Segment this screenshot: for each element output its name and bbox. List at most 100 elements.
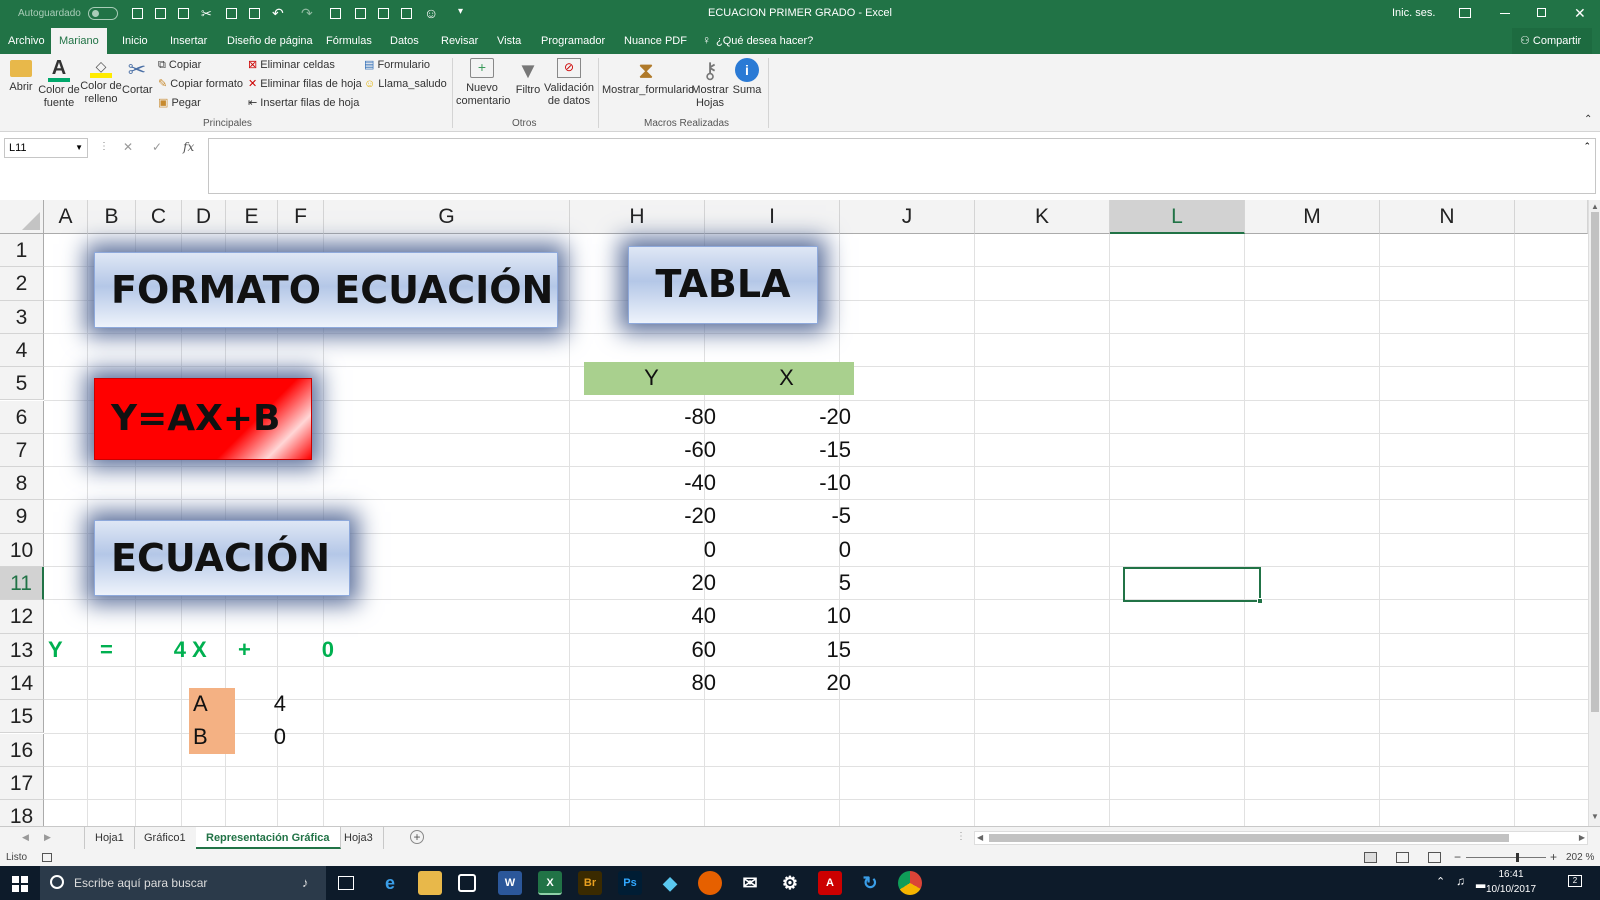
nuevo-comentario-button[interactable]: + Nuevo comentario — [456, 58, 510, 108]
row-header-1[interactable]: 1 — [0, 234, 44, 268]
scroll-up-icon[interactable]: ▲ — [1591, 202, 1599, 211]
row-header-18[interactable]: 18 — [0, 800, 44, 826]
column-header-j[interactable]: J — [840, 200, 975, 234]
column-header-b[interactable]: B — [88, 200, 136, 234]
row-header-5[interactable]: 5 — [0, 367, 44, 401]
tell-me-box[interactable]: ¿Qué desea hacer? — [716, 35, 813, 47]
expand-formula-icon[interactable]: ⌃ — [1583, 141, 1591, 152]
restore-icon[interactable] — [1537, 8, 1546, 17]
mostrar-formulario-button[interactable]: ⧗ Mostrar_formulario — [602, 58, 694, 97]
firefox-icon[interactable] — [698, 871, 722, 895]
row-header-2[interactable]: 2 — [0, 267, 44, 301]
row-header-3[interactable]: 3 — [0, 300, 44, 334]
column-header-e[interactable]: E — [226, 200, 278, 234]
page-break-icon[interactable] — [1428, 852, 1441, 863]
mostrar-hojas-button[interactable]: ⚷ Mostrar Hojas — [690, 58, 730, 110]
ribbon-display-icon[interactable] — [1459, 8, 1471, 18]
network-icon[interactable]: ▂ — [1476, 874, 1485, 888]
tab-nuance[interactable]: Nuance PDF — [616, 28, 695, 54]
collapse-ribbon-icon[interactable]: ⌃ — [1584, 114, 1592, 125]
column-header-c[interactable]: C — [136, 200, 182, 234]
table-cell-y[interactable]: -60 — [584, 434, 716, 466]
cell-e13[interactable]: + — [238, 634, 251, 666]
row-header-10[interactable]: 10 — [0, 533, 44, 567]
enter-icon[interactable]: ✓ — [152, 140, 162, 154]
cancel-icon[interactable]: ✕ — [123, 140, 133, 154]
column-header-g[interactable]: G — [324, 200, 570, 234]
row-header-4[interactable]: 4 — [0, 333, 44, 368]
eliminar-celdas-button[interactable]: ⊠ Eliminar celdas — [248, 58, 335, 72]
scroll-down-icon[interactable]: ▼ — [1591, 812, 1599, 821]
table-cell-y[interactable]: 80 — [584, 667, 716, 699]
name-box[interactable]: L11 ▼ — [4, 138, 88, 158]
volume-icon[interactable]: ♫ — [1456, 874, 1465, 888]
tab-archivo[interactable]: Archivo — [0, 28, 53, 54]
tray-chevron-icon[interactable]: ⌃ — [1436, 875, 1445, 888]
formula-input[interactable]: ⌃ — [208, 138, 1596, 194]
copiar-button[interactable]: ⧉ Copiar — [158, 58, 201, 72]
table-cell-y[interactable]: 40 — [584, 600, 716, 632]
zoom-out-icon[interactable]: − — [1454, 850, 1461, 864]
table-cell-x[interactable]: 5 — [719, 567, 851, 599]
fill-handle[interactable] — [1257, 598, 1263, 604]
macro-record-icon[interactable] — [42, 853, 52, 862]
insertar-filas-button[interactable]: ⇤ Insertar filas de hoja — [248, 96, 359, 110]
photoshop-icon[interactable]: Ps — [618, 871, 642, 895]
table-cell-x[interactable]: -15 — [719, 434, 851, 466]
file-explorer-icon[interactable] — [418, 871, 442, 895]
row-header-13[interactable]: 13 — [0, 633, 44, 667]
pegar-button[interactable]: ▣ Pegar — [158, 96, 201, 110]
tab-programador[interactable]: Programador — [533, 28, 613, 54]
shape-ecuacion[interactable]: ECUACIÓN — [94, 520, 350, 596]
word-icon[interactable]: W — [498, 871, 522, 895]
table-cell-x[interactable]: 0 — [719, 534, 851, 566]
cell-d13[interactable]: X — [192, 634, 207, 666]
kodi-icon[interactable]: ◆ — [658, 871, 682, 895]
hscroll-left-icon[interactable]: ◀ — [977, 833, 983, 842]
sheet-tab-hoja1[interactable]: Hoja1 — [84, 827, 135, 849]
column-header-i[interactable]: I — [705, 200, 840, 234]
row-header-17[interactable]: 17 — [0, 766, 44, 801]
column-header-h[interactable]: H — [570, 200, 705, 234]
abrir-button[interactable]: Abrir — [6, 60, 36, 94]
fx-icon[interactable]: fx — [183, 140, 194, 154]
tab-insertar[interactable]: Insertar — [162, 28, 215, 54]
tab-diseno[interactable]: Diseño de página — [219, 28, 321, 54]
tab-vista[interactable]: Vista — [489, 28, 529, 54]
cell-e15[interactable]: 4 — [236, 688, 286, 720]
microphone-icon[interactable]: ♪ — [302, 875, 309, 890]
cell-e16[interactable]: 0 — [236, 721, 286, 753]
table-cell-x[interactable]: 15 — [719, 634, 851, 666]
zoom-in-icon[interactable]: + — [1550, 850, 1557, 864]
cell-f13[interactable]: 0 — [290, 634, 334, 666]
tab-splitter-icon[interactable]: ⋮ — [956, 831, 966, 842]
normal-view-icon[interactable] — [1364, 852, 1377, 863]
edge-icon[interactable]: e — [378, 871, 402, 895]
row-header-15[interactable]: 15 — [0, 700, 44, 734]
tab-formulas[interactable]: Fórmulas — [318, 28, 380, 54]
clock-time[interactable]: 16:41 — [1486, 869, 1536, 880]
tab-revisar[interactable]: Revisar — [433, 28, 486, 54]
excel-icon[interactable]: X — [538, 871, 562, 895]
color-fuente-button[interactable]: A Color de fuente — [38, 58, 80, 110]
row-header-7[interactable]: 7 — [0, 433, 44, 468]
notification-icon[interactable]: 2 — [1568, 875, 1582, 887]
row-header-12[interactable]: 12 — [0, 600, 44, 634]
column-header-k[interactable]: K — [975, 200, 1110, 234]
tab-datos[interactable]: Datos — [382, 28, 427, 54]
cell-a13[interactable]: Y — [48, 634, 63, 666]
row-header-14[interactable]: 14 — [0, 666, 44, 701]
tab-scroll-right-icon[interactable]: ▶ — [44, 832, 51, 843]
settings-icon[interactable]: ⚙ — [778, 871, 802, 895]
refresh-app-icon[interactable]: ↻ — [858, 871, 882, 895]
column-header-m[interactable]: M — [1245, 200, 1380, 234]
shape-ecuacion-general[interactable]: Y=AX+B — [94, 378, 312, 460]
scroll-thumb[interactable] — [1591, 212, 1599, 712]
store-icon[interactable] — [458, 874, 476, 892]
table-cell-y[interactable]: 0 — [584, 534, 716, 566]
tab-inicio[interactable]: Inicio — [114, 28, 156, 54]
sheet-tab-representacion[interactable]: Representación Gráfica — [196, 827, 341, 849]
bridge-icon[interactable]: Br — [578, 871, 602, 895]
windows-start-icon[interactable] — [12, 876, 28, 892]
row-header-11[interactable]: 11 — [0, 567, 44, 601]
